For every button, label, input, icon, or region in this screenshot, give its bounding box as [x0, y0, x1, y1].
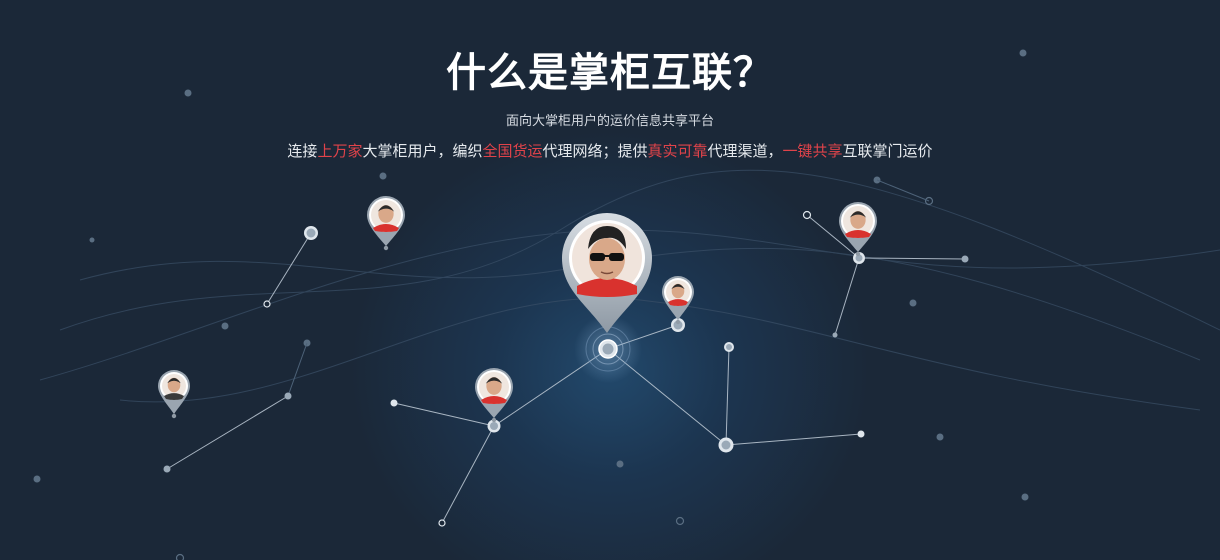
tagline-text: 连接: [287, 142, 318, 160]
network-node-icon: [832, 332, 838, 338]
map-pin-avatar-icon: [839, 202, 877, 257]
network-node-icon: [961, 255, 969, 263]
network-node-icon: [857, 430, 865, 438]
tagline-highlight: 上万家: [317, 142, 363, 160]
main-avatar-pin: [562, 213, 652, 333]
map-pin-avatar-icon: [662, 276, 694, 325]
tagline-highlight: 一键共享: [782, 142, 843, 160]
tagline-text: 大掌柜用户，编织: [362, 142, 483, 160]
tagline-text: 互联掌门运价: [842, 142, 933, 160]
network-node-icon: [802, 210, 812, 220]
background-rings: [175, 196, 934, 560]
map-pin-avatar-icon: [475, 368, 513, 423]
network-node-icon: [390, 399, 398, 407]
small-avatar-pins: [158, 196, 877, 423]
map-pin-avatar-icon: [367, 196, 405, 251]
hero-stage: 什么是掌柜互联？ 面向大掌柜用户的运价信息共享平台 连接上万家大掌柜用户，编织全…: [0, 0, 1220, 560]
network-node-icon: [163, 465, 171, 473]
page-tagline: 连接上万家大掌柜用户，编织全国货运代理网络；提供真实可靠代理渠道，一键共享互联掌…: [0, 140, 1220, 161]
tagline-highlight: 真实可靠: [647, 142, 708, 160]
tagline-text: 代理渠道，: [707, 142, 783, 160]
map-pin-avatar-icon: [158, 370, 190, 419]
network-node-icon: [284, 392, 292, 400]
tagline-highlight: 全国货运: [482, 142, 543, 160]
network-node-icon: [263, 300, 271, 308]
tagline-text: 代理网络；提供: [542, 142, 648, 160]
network-node-icon: [438, 519, 446, 527]
page-title: 什么是掌柜互联？: [446, 50, 774, 96]
page-subtitle: 面向大掌柜用户的运价信息共享平台: [505, 114, 714, 129]
